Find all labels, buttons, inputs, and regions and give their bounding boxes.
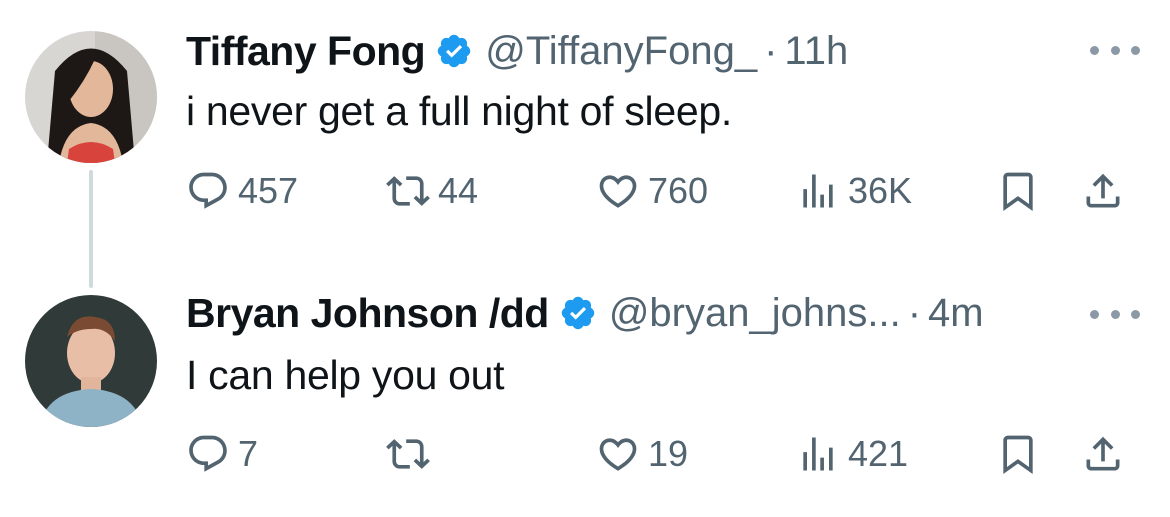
reply-icon: [189, 435, 227, 472]
reply-count: 7: [238, 433, 259, 474]
retweet-icon: [386, 176, 430, 206]
tweet-header: Bryan Johnson /dd @bryan_johns... · 4m: [186, 288, 984, 338]
share-icon: [1086, 436, 1120, 471]
retweet-count: 44: [438, 170, 479, 211]
tweet-actions: 7 19 421: [186, 428, 1136, 480]
share-button[interactable]: [1081, 165, 1125, 217]
retweet-button[interactable]: [386, 428, 438, 480]
share-icon: [1086, 173, 1120, 208]
bookmark-button[interactable]: [996, 428, 1040, 480]
views-count: 421: [848, 433, 909, 474]
like-button[interactable]: 760: [596, 165, 708, 217]
views-button[interactable]: 36K: [796, 165, 912, 217]
heart-icon: [599, 438, 637, 471]
bookmark-icon: [1003, 435, 1033, 475]
views-icon: [803, 174, 833, 208]
timestamp[interactable]: 11h: [784, 29, 848, 74]
more-horizontal-icon[interactable]: [1090, 40, 1140, 60]
like-count: 760: [648, 170, 709, 211]
reply-icon: [189, 172, 227, 209]
verified-badge-icon: [561, 296, 595, 330]
author-name[interactable]: Tiffany Fong: [186, 28, 426, 75]
author-name[interactable]: Bryan Johnson /dd: [186, 290, 549, 337]
reply-button[interactable]: 7: [186, 428, 258, 480]
tweet-text: I can help you out: [186, 352, 505, 398]
tweet-bryan-johnson[interactable]: Bryan Johnson /dd @bryan_johns... · 4m I…: [0, 260, 1170, 517]
tweet-header: Tiffany Fong @TiffanyFong_ · 11h: [186, 26, 848, 76]
reply-button[interactable]: 457: [186, 165, 298, 217]
retweet-button[interactable]: 44: [386, 165, 478, 217]
separator-dot: ·: [907, 290, 922, 335]
more-horizontal-icon[interactable]: [1090, 304, 1140, 324]
views-icon: [803, 437, 833, 471]
bookmark-icon: [1003, 172, 1033, 212]
verified-badge-icon: [438, 34, 471, 68]
separator-dot: ·: [764, 28, 778, 73]
views-button[interactable]: 421: [796, 428, 908, 480]
bookmark-button[interactable]: [996, 165, 1040, 217]
avatar[interactable]: [25, 295, 157, 427]
share-button[interactable]: [1081, 428, 1125, 480]
timestamp[interactable]: 4m: [928, 291, 984, 336]
avatar[interactable]: [25, 31, 157, 163]
like-button[interactable]: 19: [596, 428, 688, 480]
author-handle[interactable]: @TiffanyFong_: [485, 29, 757, 74]
tweet-tiffany-fong[interactable]: Tiffany Fong @TiffanyFong_ · 11h i never…: [0, 0, 1170, 288]
author-handle[interactable]: @bryan_johns...: [609, 291, 901, 336]
views-count: 36K: [848, 170, 913, 211]
retweet-icon: [386, 439, 430, 469]
tweet-text: i never get a full night of sleep.: [186, 88, 732, 134]
heart-icon: [599, 175, 637, 208]
reply-count: 457: [238, 170, 299, 211]
like-count: 19: [648, 433, 689, 474]
tweet-actions: 457 44 760 36K: [186, 165, 1136, 217]
